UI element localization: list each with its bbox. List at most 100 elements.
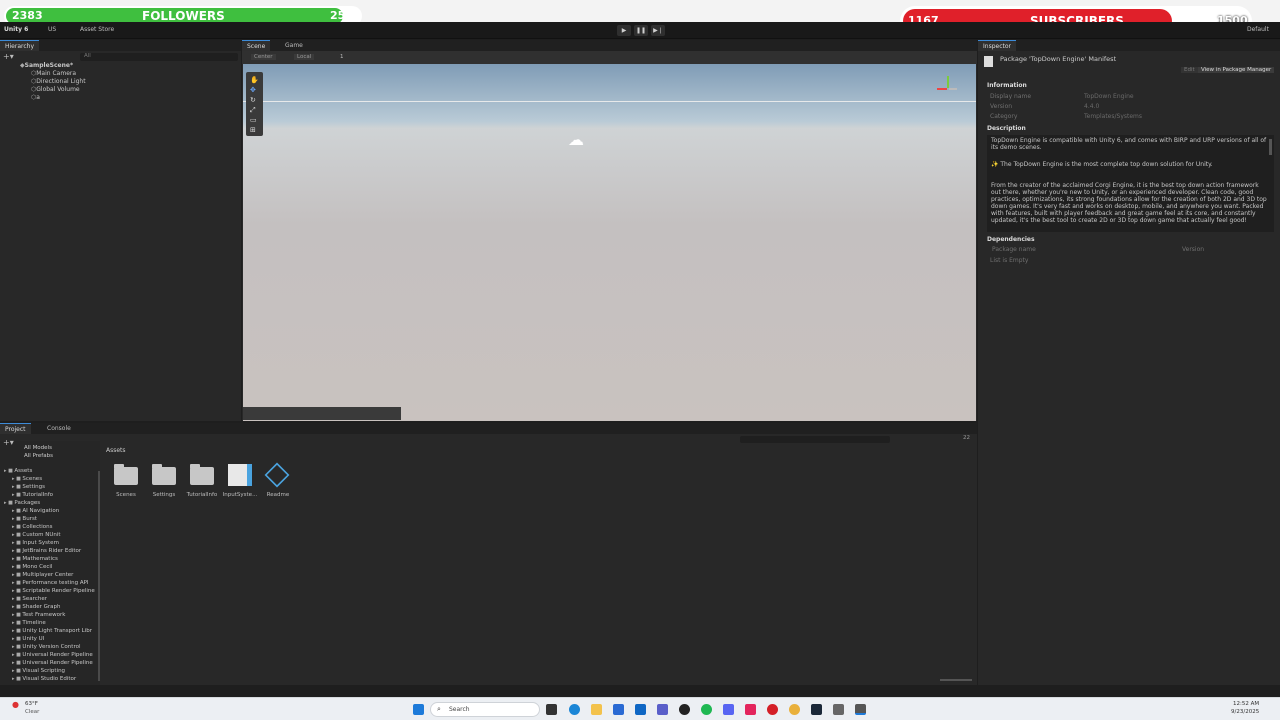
- z-axis-handle[interactable]: [949, 88, 957, 90]
- project-folder-item[interactable]: ▸ ■ Assets: [4, 467, 32, 474]
- app-red-icon[interactable]: [767, 704, 778, 715]
- favorite-all-models[interactable]: All Models: [24, 445, 52, 451]
- hierarchy-item[interactable]: ⬡ Global Volume: [31, 86, 80, 93]
- asset-item[interactable]: Readme: [260, 462, 296, 501]
- unity-toolbar: Unity 6 US Asset Store ▶ ❚❚ ▶❘ Default: [0, 22, 1280, 39]
- hand-tool-icon[interactable]: ✋: [250, 76, 259, 84]
- project-folder-item[interactable]: ▸ ■ Universal Render Pipeline: [12, 659, 93, 666]
- weather-temp[interactable]: 63°F: [25, 701, 38, 707]
- tab-game[interactable]: Game: [280, 40, 308, 51]
- account-dropdown[interactable]: US: [48, 26, 56, 33]
- outlook-icon[interactable]: [635, 704, 646, 715]
- project-folder-item[interactable]: ▸ ■ Visual Studio Editor: [12, 675, 76, 682]
- unity-version-label[interactable]: Unity 6: [4, 26, 28, 33]
- pause-button[interactable]: ❚❚: [634, 25, 648, 36]
- project-search-input[interactable]: [740, 436, 890, 443]
- pivot-toggle[interactable]: Center: [251, 54, 276, 60]
- step-button[interactable]: ▶❘: [651, 25, 665, 36]
- favorite-all-prefabs[interactable]: All Prefabs: [24, 453, 53, 459]
- project-folder-item[interactable]: ▸ ■ Unity Version Control: [12, 643, 80, 650]
- layout-dropdown[interactable]: Default: [1247, 26, 1269, 33]
- description-scrollbar[interactable]: [1269, 139, 1272, 155]
- rect-tool-icon[interactable]: ▭: [250, 116, 257, 124]
- project-folder-item[interactable]: ▸ ■ Multiplayer Center: [12, 571, 73, 578]
- discord-icon[interactable]: [723, 704, 734, 715]
- project-folder-item[interactable]: ▸ ■ Scenes: [12, 475, 42, 482]
- grid-snap-value[interactable]: 1: [340, 54, 344, 60]
- space-toggle[interactable]: Local: [294, 54, 315, 60]
- windows-start-icon[interactable]: [413, 704, 424, 715]
- edit-button[interactable]: Edit: [1181, 67, 1198, 73]
- play-button[interactable]: ▶: [617, 25, 631, 36]
- store-icon[interactable]: [613, 704, 624, 715]
- edge-icon[interactable]: [569, 704, 580, 715]
- asset-item[interactable]: Settings: [146, 463, 182, 501]
- project-folder-item[interactable]: ▸ ■ Performance testing API: [12, 579, 89, 586]
- hierarchy-item[interactable]: ⬡ Directional Light: [31, 78, 86, 85]
- project-folder-item[interactable]: ▸ ■ Custom NUnit: [12, 531, 61, 538]
- scale-tool-icon[interactable]: ⤢: [250, 106, 256, 115]
- description-box[interactable]: TopDown Engine is compatible with Unity …: [987, 135, 1274, 232]
- project-folder-item[interactable]: ▸ ■ Packages: [4, 499, 40, 506]
- taskbar-search-input[interactable]: ⌕ Search: [430, 702, 540, 717]
- asset-item[interactable]: TutorialInfo: [184, 463, 220, 501]
- add-object-button[interactable]: +▾: [3, 52, 14, 61]
- project-folder-item[interactable]: ▸ ■ Unity UI: [12, 635, 44, 642]
- scene-viewport[interactable]: ☁ ✋ ✥ ↻ ⤢ ▭ ⊞: [243, 64, 976, 421]
- project-folder-item[interactable]: ▸ ■ Visual Scripting: [12, 667, 65, 674]
- unity-hub-icon[interactable]: [833, 704, 844, 715]
- project-folder-item[interactable]: ▸ ■ Scriptable Render Pipeline: [12, 587, 95, 594]
- project-folder-item[interactable]: ▸ ■ TutorialInfo: [12, 491, 53, 498]
- project-folder-item[interactable]: ▸ ■ Input System: [12, 539, 59, 546]
- clock-time[interactable]: 12:52 AM: [1233, 701, 1259, 707]
- scene-root-item[interactable]: ◆ SampleScene*: [20, 62, 73, 69]
- project-folder-item[interactable]: ▸ ■ Mathematics: [12, 555, 58, 562]
- tab-console[interactable]: Console: [42, 423, 76, 434]
- camera-gizmo-icon[interactable]: ☁: [568, 130, 584, 149]
- project-folder-item[interactable]: ▸ ■ Burst: [12, 515, 37, 522]
- project-folder-item[interactable]: ▸ ■ Timeline: [12, 619, 46, 626]
- asset-store-button[interactable]: Asset Store: [80, 26, 114, 33]
- capcut-icon[interactable]: [745, 704, 756, 715]
- task-view-icon[interactable]: [546, 704, 557, 715]
- scene-overlay-toolbar[interactable]: [243, 407, 401, 420]
- y-axis-handle[interactable]: [947, 76, 949, 88]
- project-folder-item[interactable]: ▸ ■ Searcher: [12, 595, 47, 602]
- create-asset-button[interactable]: +▾: [3, 438, 14, 447]
- chrome-icon[interactable]: [789, 704, 800, 715]
- hierarchy-item[interactable]: ⬡ Main Camera: [31, 70, 76, 77]
- view-in-package-manager-button[interactable]: View in Package Manager: [1198, 67, 1275, 73]
- project-folder-item[interactable]: ▸ ■ Universal Render Pipeline: [12, 651, 93, 658]
- project-folder-item[interactable]: ▸ ■ Mono Cecil: [12, 563, 52, 570]
- project-folder-item[interactable]: ▸ ■ Shader Graph: [12, 603, 61, 610]
- tab-scene[interactable]: Scene: [242, 40, 271, 51]
- asset-count-badge: 22: [963, 435, 970, 441]
- project-tree-scrollbar[interactable]: [98, 471, 100, 681]
- orientation-gizmo[interactable]: [933, 74, 963, 104]
- move-tool-icon[interactable]: ✥: [250, 86, 256, 94]
- file-explorer-icon[interactable]: [591, 704, 602, 715]
- asset-item[interactable]: InputSyste...: [222, 463, 258, 501]
- rotate-tool-icon[interactable]: ↻: [250, 96, 256, 104]
- tab-project[interactable]: Project: [0, 423, 31, 434]
- steam-icon[interactable]: [811, 704, 822, 715]
- teams-icon[interactable]: [657, 704, 668, 715]
- project-folder-item[interactable]: ▸ ■ Unity Light Transport Libr: [12, 627, 92, 634]
- spotify-icon[interactable]: [701, 704, 712, 715]
- project-folder-item[interactable]: ▸ ■ JetBrains Rider Editor: [12, 547, 81, 554]
- transform-tool-icon[interactable]: ⊞: [250, 126, 256, 134]
- project-folder-item[interactable]: ▸ ■ Settings: [12, 483, 45, 490]
- x-axis-handle[interactable]: [937, 88, 947, 90]
- project-folder-item[interactable]: ▸ ■ Test Framework: [12, 611, 65, 618]
- tab-inspector[interactable]: Inspector: [978, 40, 1016, 51]
- tab-hierarchy[interactable]: Hierarchy: [0, 40, 40, 51]
- icon-size-slider[interactable]: [940, 679, 972, 681]
- unity-editor-icon[interactable]: [855, 704, 866, 715]
- asset-item[interactable]: Scenes: [108, 463, 144, 501]
- obs-icon[interactable]: [679, 704, 690, 715]
- project-folder-item[interactable]: ▸ ■ AI Navigation: [12, 507, 59, 514]
- hierarchy-search-input[interactable]: All: [80, 53, 238, 61]
- hierarchy-item[interactable]: ⬡ a: [31, 94, 40, 101]
- assets-breadcrumb[interactable]: Assets: [106, 447, 126, 454]
- project-folder-item[interactable]: ▸ ■ Collections: [12, 523, 53, 530]
